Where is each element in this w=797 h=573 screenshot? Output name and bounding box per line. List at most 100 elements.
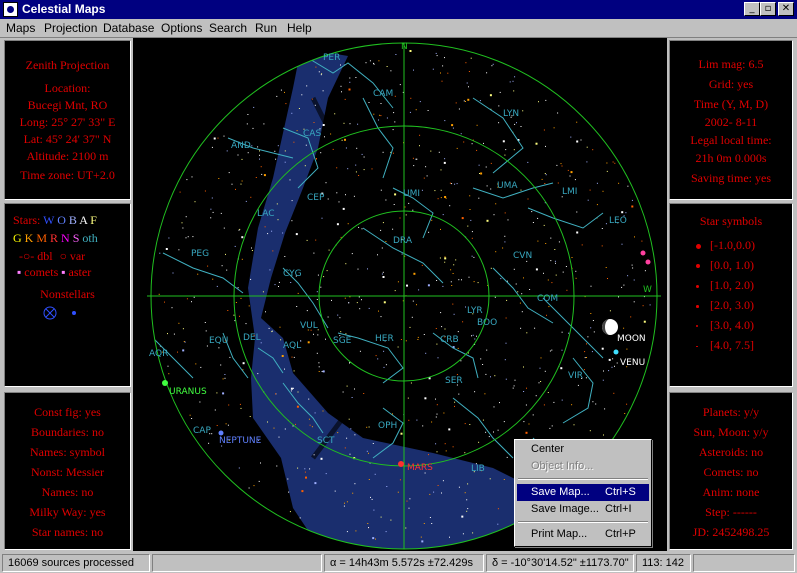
star bbox=[168, 237, 170, 239]
status-bar: 16069 sources processed α = 14h43m 5.572… bbox=[0, 552, 797, 573]
star bbox=[606, 170, 608, 172]
star bbox=[576, 140, 579, 143]
star bbox=[409, 50, 412, 52]
star bbox=[447, 72, 449, 74]
star bbox=[208, 442, 210, 444]
menu-item-save-map[interactable]: Save Map... Ctrl+S bbox=[517, 484, 649, 501]
constellation-figure bbox=[542, 297, 604, 359]
star bbox=[318, 366, 320, 368]
star bbox=[325, 338, 326, 340]
star bbox=[413, 165, 415, 167]
app-icon[interactable] bbox=[3, 2, 18, 17]
star bbox=[407, 397, 409, 399]
spectral-class-f: F bbox=[90, 213, 97, 227]
star bbox=[574, 179, 576, 181]
spectral-class-m: M bbox=[36, 231, 51, 245]
constellation-label-dra: DRA bbox=[393, 236, 413, 246]
constellation-label-ser: SER bbox=[445, 376, 463, 386]
star bbox=[618, 182, 620, 184]
star bbox=[502, 140, 505, 143]
comet-marker[interactable] bbox=[640, 250, 646, 256]
star bbox=[191, 301, 192, 303]
star bbox=[246, 123, 248, 125]
star bbox=[185, 216, 187, 218]
star bbox=[259, 154, 260, 156]
menu-bar: Maps Projection Database Options Search … bbox=[0, 19, 797, 38]
star bbox=[211, 433, 213, 435]
star bbox=[565, 266, 567, 267]
magnitude-range: [3.0, 4.0) bbox=[710, 318, 754, 332]
venus-symbol[interactable] bbox=[613, 349, 619, 355]
menu-options[interactable]: Options bbox=[161, 21, 202, 35]
star bbox=[442, 480, 444, 482]
star bbox=[614, 162, 616, 164]
star bbox=[399, 84, 401, 86]
star bbox=[340, 331, 342, 333]
star bbox=[348, 302, 350, 304]
star bbox=[289, 511, 291, 513]
mars-symbol[interactable] bbox=[398, 461, 404, 467]
star bbox=[623, 284, 625, 286]
menu-item-object-info[interactable]: Object Info... bbox=[517, 458, 649, 475]
star bbox=[586, 146, 588, 148]
star bbox=[345, 263, 347, 265]
star bbox=[543, 272, 544, 274]
menu-run[interactable]: Run bbox=[255, 21, 277, 35]
star bbox=[284, 91, 285, 93]
menu-maps[interactable]: Maps bbox=[6, 21, 35, 35]
menu-item-center[interactable]: Center bbox=[517, 441, 649, 458]
menu-database[interactable]: Database bbox=[103, 21, 154, 35]
star bbox=[225, 253, 226, 255]
constellation-label-her: HER bbox=[375, 334, 394, 344]
minimize-button[interactable]: _ bbox=[744, 2, 760, 16]
maximize-button[interactable]: ▫ bbox=[760, 2, 776, 16]
menu-item-save-image[interactable]: Save Image... Ctrl+I bbox=[517, 501, 649, 518]
uranus-symbol[interactable] bbox=[162, 380, 168, 386]
star bbox=[435, 443, 437, 445]
star bbox=[520, 327, 522, 329]
star bbox=[306, 310, 308, 312]
star bbox=[277, 219, 279, 221]
star bbox=[320, 457, 323, 460]
menu-projection[interactable]: Projection bbox=[44, 21, 97, 35]
star bbox=[418, 289, 420, 291]
menu-item-print-map[interactable]: Print Map... Ctrl+P bbox=[517, 526, 649, 543]
neptune-symbol[interactable] bbox=[218, 430, 224, 436]
star bbox=[491, 65, 493, 67]
star bbox=[368, 307, 370, 309]
star bbox=[397, 491, 399, 493]
star bbox=[394, 193, 397, 196]
star bbox=[372, 537, 375, 540]
menu-search[interactable]: Search bbox=[209, 21, 247, 35]
star bbox=[452, 127, 454, 129]
star bbox=[480, 358, 482, 360]
star bbox=[602, 379, 604, 381]
menu-help[interactable]: Help bbox=[287, 21, 312, 35]
star bbox=[421, 189, 423, 191]
star bbox=[568, 332, 570, 334]
star bbox=[383, 366, 385, 368]
delta-readout: δ = -10°30'14.52" ±1173.70" bbox=[486, 554, 634, 572]
star bbox=[571, 257, 573, 258]
comet-marker[interactable] bbox=[645, 259, 651, 265]
close-button[interactable]: ✕ bbox=[778, 2, 794, 16]
star bbox=[290, 387, 293, 390]
star bbox=[263, 174, 266, 177]
constellation-label-boo: BOO bbox=[477, 318, 497, 328]
star bbox=[291, 200, 293, 202]
star bbox=[545, 99, 547, 101]
star bbox=[464, 452, 466, 454]
spectral-classes-2: G K M R N S bbox=[13, 231, 82, 245]
star bbox=[549, 427, 551, 429]
star bbox=[223, 227, 225, 229]
star bbox=[218, 178, 220, 179]
title-bar: Celestial Maps _ ▫ ✕ bbox=[0, 0, 797, 19]
star bbox=[368, 102, 370, 103]
star bbox=[644, 270, 646, 272]
star bbox=[346, 531, 348, 533]
menu-separator bbox=[518, 521, 648, 523]
star bbox=[368, 426, 370, 428]
star bbox=[506, 299, 508, 301]
star bbox=[521, 293, 523, 295]
star bbox=[440, 197, 442, 199]
